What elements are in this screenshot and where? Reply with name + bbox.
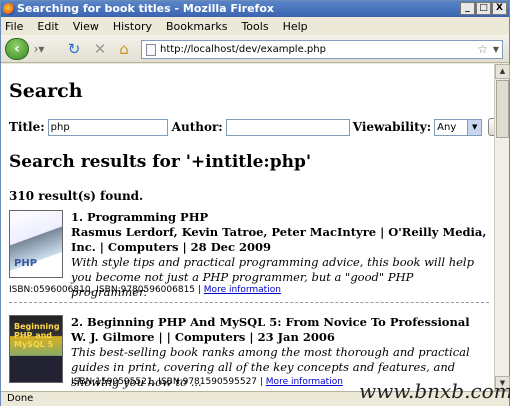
more-information-link[interactable]: More information [204, 285, 281, 295]
firefox-icon [3, 3, 15, 15]
vertical-scrollbar[interactable]: ▲ ▼ [494, 64, 510, 391]
window-title: Searching for book titles - Mozilla Fire… [17, 2, 274, 15]
url-dropdown-icon[interactable]: ▼ [493, 41, 499, 58]
cover-text: Beginning PHP and MySQL 5 [14, 322, 60, 349]
page-heading: Search [9, 80, 83, 102]
menu-bookmarks[interactable]: Bookmarks [166, 20, 227, 33]
stop-icon[interactable]: ✕ [91, 40, 109, 58]
select-arrow-icon: ▼ [467, 119, 482, 135]
forward-arrow-icon[interactable]: ›▾ [31, 41, 47, 57]
menu-history[interactable]: History [113, 20, 152, 33]
title-bar: Searching for book titles - Mozilla Fire… [1, 1, 509, 17]
menu-help[interactable]: Help [283, 20, 308, 33]
book-cover-image[interactable]: Beginning PHP and MySQL 5 [9, 315, 63, 383]
home-icon[interactable]: ⌂ [115, 40, 133, 58]
viewability-value: Any [437, 121, 457, 133]
book-isbn: ISBN:1590595521, ISBN:9781590595527 | [71, 377, 266, 387]
results-heading: Search results for '+intitle:php' [9, 152, 312, 172]
search-form: Title: Author: Viewability: Any ▼ Go [9, 118, 494, 136]
menu-edit[interactable]: Edit [37, 20, 58, 33]
results-count: 310 result(s) found. [9, 189, 144, 203]
author-label: Author: [171, 120, 223, 134]
bookmark-star-icon[interactable]: ☆ [477, 41, 488, 58]
address-url: http://localhost/dev/example.php [160, 44, 326, 55]
cover-text: PHP [14, 258, 38, 269]
menu-bar: File Edit View History Bookmarks Tools H… [1, 17, 509, 35]
book-title: 1. Programming PHP [71, 210, 209, 224]
menu-view[interactable]: View [73, 20, 99, 33]
watermark: www.bnxb.com [359, 379, 510, 403]
title-label: Title: [9, 120, 45, 134]
menu-file[interactable]: File [5, 20, 23, 33]
viewability-select[interactable]: Any ▼ [434, 118, 483, 136]
result-divider [9, 302, 489, 303]
scroll-up-icon[interactable]: ▲ [495, 64, 510, 79]
book-isbn-line: ISBN:0596006810, ISBN:9780596006815 | Mo… [9, 285, 281, 295]
close-button[interactable]: X [492, 2, 507, 15]
menu-tools[interactable]: Tools [241, 20, 268, 33]
book-isbn: ISBN:0596006810, ISBN:9780596006815 | [9, 285, 204, 295]
viewability-label: Viewability: [352, 120, 432, 134]
reload-icon[interactable]: ↻ [65, 40, 83, 58]
page-icon [146, 44, 156, 56]
address-bar[interactable]: http://localhost/dev/example.php ☆ ▼ [141, 40, 503, 59]
status-text: Done [7, 393, 34, 404]
page-content: Search Title: Author: Viewability: Any ▼… [1, 64, 494, 391]
book-title: 2. Beginning PHP And MySQL 5: From Novic… [71, 315, 470, 329]
more-information-link[interactable]: More information [266, 377, 343, 387]
title-input[interactable] [47, 118, 168, 136]
maximize-button[interactable]: □ [476, 2, 491, 15]
browser-window: Searching for book titles - Mozilla Fire… [0, 0, 510, 406]
book-meta: W. J. Gilmore | | Computers | 23 Jan 200… [71, 330, 335, 344]
minimize-button[interactable]: _ [460, 2, 475, 15]
author-input[interactable] [225, 118, 350, 136]
book-isbn-line: ISBN:1590595521, ISBN:9781590595527 | Mo… [71, 377, 343, 387]
book-meta: Rasmus Lerdorf, Kevin Tatroe, Peter MacI… [71, 225, 487, 254]
book-cover-image[interactable]: PHP [9, 210, 63, 278]
back-arrow-icon[interactable]: ‹ [5, 38, 29, 60]
navigation-toolbar: ‹ ›▾ ↻ ✕ ⌂ http://localhost/dev/example.… [1, 35, 509, 63]
scroll-thumb[interactable] [496, 80, 509, 138]
